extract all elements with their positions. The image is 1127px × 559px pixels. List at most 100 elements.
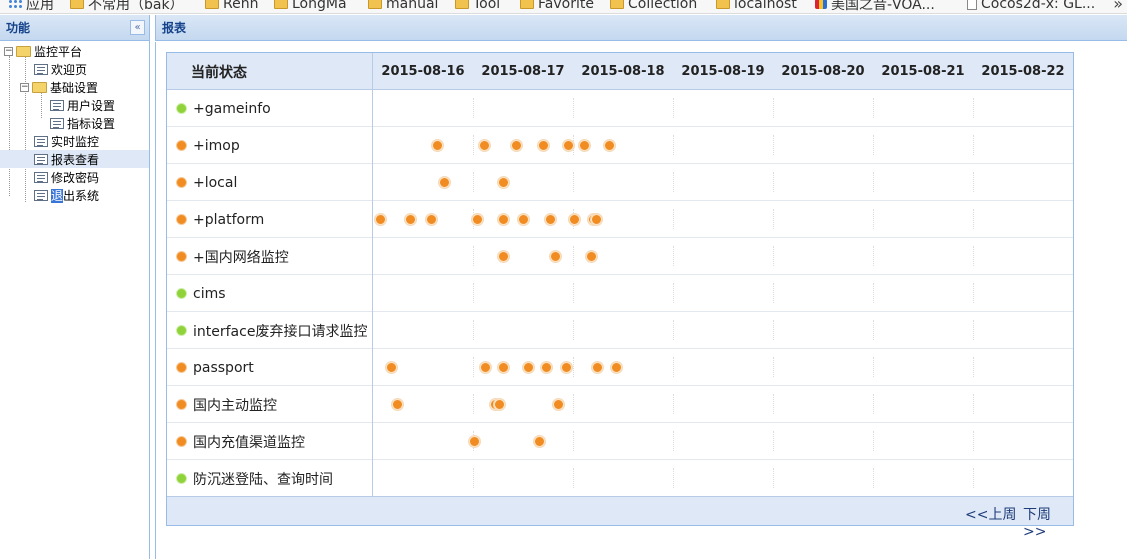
tree-node-settings[interactable]: − 基础设置 (20, 78, 98, 96)
event-marker[interactable] (518, 214, 529, 225)
row-label-cell[interactable]: +gameinfo (167, 90, 373, 127)
event-marker[interactable] (579, 140, 590, 151)
collapse-icon[interactable]: − (4, 46, 13, 56)
bookmark-label: 不常用（bak） (88, 0, 184, 13)
report-row: 国内充值渠道监控 (167, 423, 1073, 460)
event-marker[interactable] (426, 214, 437, 225)
event-marker[interactable] (604, 140, 615, 151)
day-divider (773, 246, 774, 266)
event-marker[interactable] (498, 214, 509, 225)
day-divider (773, 209, 774, 229)
event-marker[interactable] (439, 177, 450, 188)
day-divider (973, 135, 974, 155)
event-marker[interactable] (538, 140, 549, 151)
function-panel-header: 功能 « (0, 15, 149, 41)
event-marker[interactable] (561, 362, 572, 373)
row-label-cell[interactable]: passport (167, 349, 373, 386)
bookmark-label: 应用 (26, 0, 54, 13)
bookmark-item[interactable]: localhost (716, 0, 797, 13)
event-marker[interactable] (432, 140, 443, 151)
bookmark-item[interactable]: Cocos2d-x: GL... (967, 0, 1095, 13)
day-divider (573, 357, 574, 377)
tree-node-root[interactable]: − 监控平台 (4, 42, 82, 60)
next-week-link[interactable]: 下周>> (1023, 504, 1073, 540)
tree-node-reports[interactable]: 报表查看 (0, 150, 149, 168)
date-column-header: 2015-08-21 (881, 64, 965, 79)
row-label-cell[interactable]: cims (167, 275, 373, 312)
row-label-cell[interactable]: +platform (167, 201, 373, 238)
tree-node-logout[interactable]: 退出系统 (34, 186, 99, 204)
page-icon (34, 171, 48, 183)
event-marker[interactable] (405, 214, 416, 225)
more-bookmarks-icon[interactable]: » (1113, 0, 1123, 13)
tree-node-welcome[interactable]: 欢迎页 (34, 60, 87, 78)
day-divider (773, 357, 774, 377)
event-marker[interactable] (541, 362, 552, 373)
event-marker[interactable] (569, 214, 580, 225)
event-marker[interactable] (472, 214, 483, 225)
event-marker[interactable] (498, 251, 509, 262)
row-label-cell[interactable]: interface废弃接口请求监控 (167, 312, 373, 349)
event-marker[interactable] (534, 436, 545, 447)
event-marker[interactable] (523, 362, 534, 373)
event-marker[interactable] (480, 362, 491, 373)
selected-text: 退 (51, 188, 64, 203)
bookmark-item[interactable]: 美国之音-VOA... (815, 0, 935, 13)
day-divider (573, 431, 574, 451)
event-marker[interactable] (479, 140, 490, 151)
event-marker[interactable] (498, 362, 509, 373)
status-alert-icon (176, 177, 187, 188)
bookmark-label: Collection (628, 0, 698, 12)
row-label-text: +imop (193, 137, 240, 154)
row-label-cell[interactable]: +国内网络监控 (167, 238, 373, 275)
event-marker[interactable] (563, 140, 574, 151)
event-marker[interactable] (545, 214, 556, 225)
row-label-cell[interactable]: +imop (167, 127, 373, 164)
day-divider (873, 135, 874, 155)
day-divider (773, 283, 774, 303)
event-marker[interactable] (553, 399, 564, 410)
bookmark-item[interactable]: LongMa (274, 0, 347, 13)
collapse-panel-button[interactable]: « (130, 20, 145, 35)
bookmark-item[interactable]: Collection (610, 0, 697, 13)
bookmark-label: 美国之音-VOA... (831, 0, 935, 13)
collapse-icon[interactable]: − (20, 82, 29, 92)
event-marker[interactable] (586, 251, 597, 262)
event-marker[interactable] (375, 214, 386, 225)
date-column-header: 2015-08-20 (781, 64, 865, 79)
event-marker[interactable] (469, 436, 480, 447)
row-label-cell[interactable]: 国内主动监控 (167, 386, 373, 423)
event-marker[interactable] (511, 140, 522, 151)
folder-icon (520, 0, 534, 9)
bookmark-label: Renn (223, 0, 259, 12)
bookmark-item[interactable]: 不常用（bak） (70, 0, 184, 13)
tree-label-realtime: 实时监控 (51, 134, 100, 149)
event-marker[interactable] (386, 362, 397, 373)
tree-node-password[interactable]: 修改密码 (34, 168, 99, 186)
event-marker[interactable] (592, 362, 603, 373)
tree-node-metric-settings[interactable]: 指标设置 (50, 114, 115, 132)
event-marker[interactable] (611, 362, 622, 373)
bookmark-item[interactable]: 应用 (8, 0, 54, 13)
bookmark-item[interactable]: Renn (205, 0, 258, 13)
event-marker[interactable] (494, 399, 505, 410)
row-label-cell[interactable]: 国内充值渠道监控 (167, 423, 373, 460)
bookmark-item[interactable]: manual (368, 0, 438, 13)
row-label-cell[interactable]: +local (167, 164, 373, 201)
tree-node-realtime[interactable]: 实时监控 (34, 132, 99, 150)
event-marker[interactable] (591, 214, 602, 225)
event-marker[interactable] (392, 399, 403, 410)
bookmark-item[interactable]: Tool (455, 0, 500, 13)
event-marker[interactable] (550, 251, 561, 262)
row-label-text: +platform (193, 211, 265, 228)
tree-node-user-settings[interactable]: 用户设置 (50, 96, 115, 114)
day-divider (973, 98, 974, 118)
day-divider (673, 135, 674, 155)
bookmark-item[interactable]: Favorite (520, 0, 594, 13)
prev-week-link[interactable]: <<上周 (965, 504, 1016, 524)
day-divider (873, 431, 874, 451)
event-marker[interactable] (498, 177, 509, 188)
apps-icon (8, 0, 22, 9)
row-label-cell[interactable]: 防沉迷登陆、查询时间 (167, 460, 373, 497)
row-label-text: 国内主动监控 (193, 397, 277, 414)
